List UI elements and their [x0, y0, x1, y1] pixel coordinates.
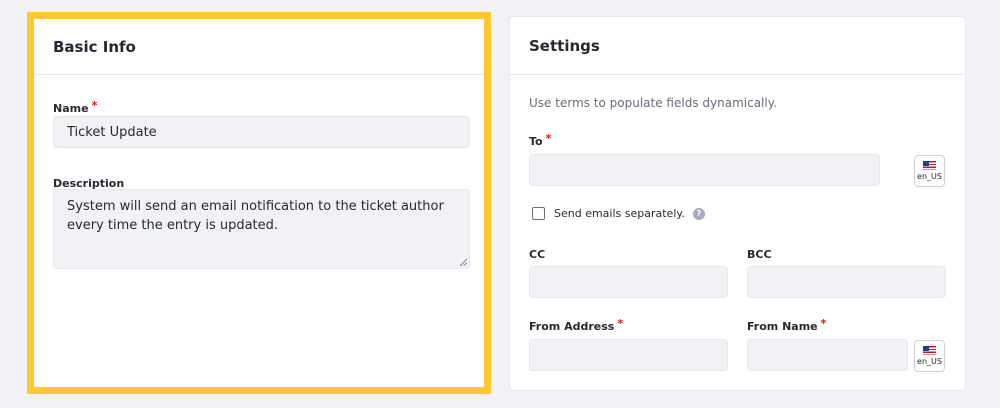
- cc-label: CC: [529, 248, 546, 261]
- to-required-marker: *: [545, 132, 552, 145]
- from-name-locale-text: en_US: [917, 357, 942, 366]
- description-field-value: System will send an email notification t…: [67, 199, 444, 233]
- send-separately-row: Send emails separately. ?: [532, 207, 705, 220]
- name-label-text: Name: [53, 102, 89, 115]
- settings-title: Settings: [510, 17, 965, 75]
- from-name-locale-button[interactable]: en_US: [914, 340, 945, 372]
- from-address-field[interactable]: [529, 339, 728, 371]
- resize-handle-icon[interactable]: [460, 259, 467, 266]
- bcc-label: BCC: [747, 248, 772, 261]
- from-address-required-marker: *: [617, 317, 624, 330]
- to-locale-text: en_US: [917, 172, 942, 181]
- name-field-value: Ticket Update: [67, 124, 157, 140]
- basic-info-title: Basic Info: [34, 19, 484, 75]
- name-required-marker: *: [91, 99, 98, 112]
- settings-panel: Settings Use terms to populate fields dy…: [509, 16, 966, 391]
- us-flag-icon: [923, 346, 936, 355]
- description-field[interactable]: System will send an email notification t…: [53, 189, 470, 269]
- name-field[interactable]: Ticket Update: [53, 116, 470, 148]
- from-address-label-text: From Address: [529, 320, 615, 333]
- basic-info-panel: Basic Info Name * Ticket Update Descripti…: [27, 12, 491, 394]
- cc-field[interactable]: [529, 266, 728, 298]
- send-separately-checkbox[interactable]: [532, 207, 545, 220]
- us-flag-icon: [923, 161, 936, 170]
- name-label: Name *: [53, 99, 98, 115]
- to-label-text: To: [529, 135, 543, 148]
- send-separately-label[interactable]: Send emails separately.: [554, 207, 685, 220]
- from-name-field[interactable]: [747, 339, 908, 371]
- bcc-field[interactable]: [747, 266, 946, 298]
- from-name-required-marker: *: [820, 317, 827, 330]
- from-name-label: From Name *: [747, 317, 827, 333]
- from-address-label: From Address *: [529, 317, 624, 333]
- settings-hint: Use terms to populate fields dynamically…: [529, 96, 777, 110]
- to-label: To *: [529, 132, 552, 148]
- help-icon[interactable]: ?: [692, 207, 705, 220]
- from-name-label-text: From Name: [747, 320, 818, 333]
- to-field[interactable]: [529, 154, 880, 186]
- to-locale-button[interactable]: en_US: [914, 155, 945, 187]
